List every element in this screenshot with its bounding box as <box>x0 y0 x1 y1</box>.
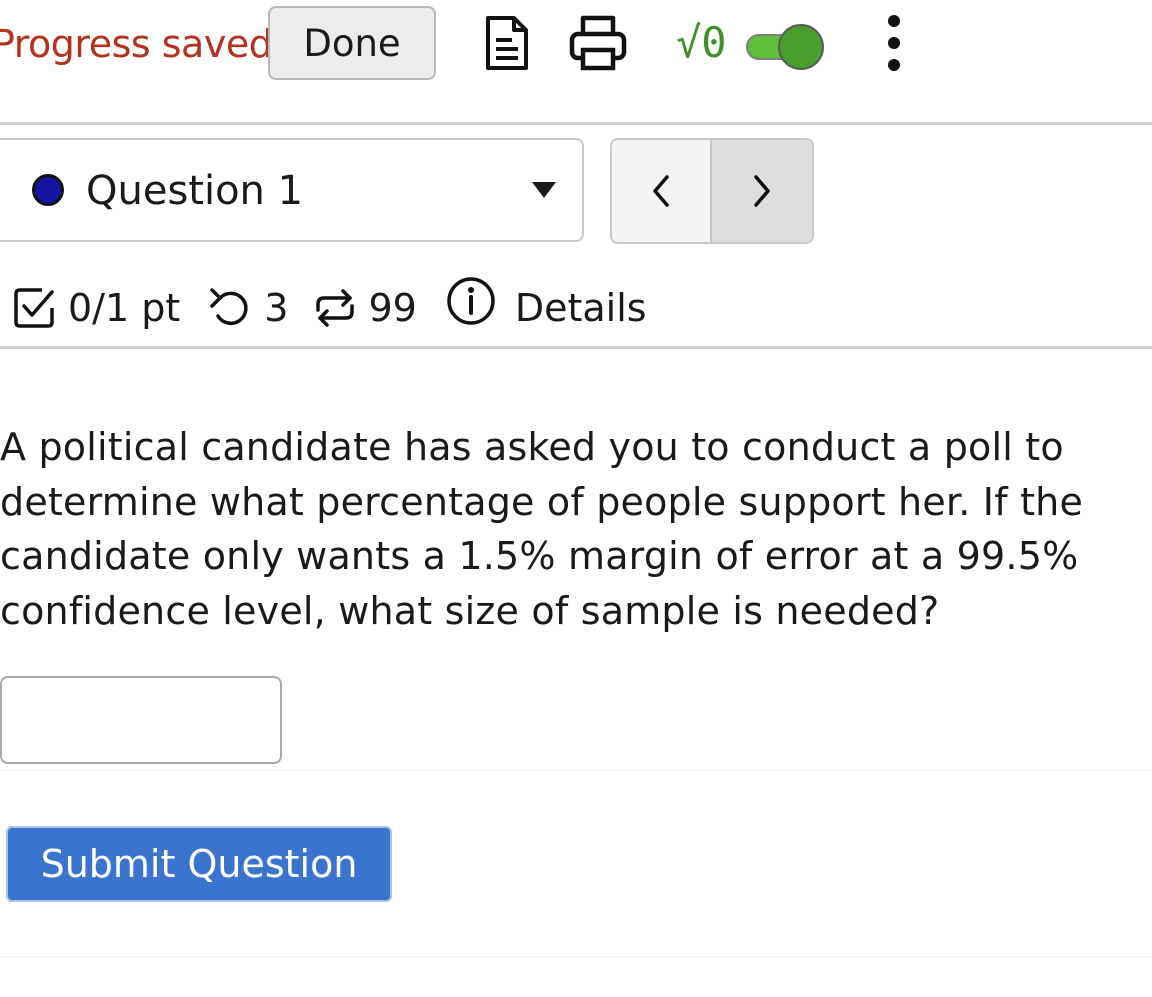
undo-icon <box>210 288 248 326</box>
caret-down-icon <box>532 182 556 198</box>
repeat-icon <box>316 289 355 327</box>
next-question-button[interactable] <box>712 140 812 242</box>
meta-divider <box>0 346 1152 349</box>
toggle-knob <box>778 24 824 70</box>
question-select[interactable]: Question 1 <box>0 138 584 242</box>
math-toggle-icon: √0 <box>676 18 727 67</box>
retries: 3 <box>208 286 288 330</box>
print-icon[interactable] <box>568 14 628 72</box>
attempts-value: 99 <box>368 286 417 330</box>
answer-input[interactable] <box>0 676 282 764</box>
chevron-right-icon <box>754 175 770 207</box>
answer-divider <box>0 770 1152 771</box>
toolbar: Progress saved Done √0 <box>0 0 1152 90</box>
score-value: 0/1 pt <box>68 286 181 330</box>
details-label: Details <box>514 286 647 330</box>
footer-divider <box>0 956 1152 957</box>
question-select-label: Question 1 <box>86 168 304 214</box>
question-text: A political candidate has asked you to c… <box>0 425 1084 633</box>
question-meta: 0/1 pt 3 99 Details <box>12 277 647 334</box>
checkbox-check-icon <box>14 288 54 328</box>
toolbar-divider <box>0 122 1152 125</box>
more-vertical-icon[interactable] <box>880 12 908 74</box>
score: 0/1 pt <box>12 286 180 330</box>
document-icon[interactable] <box>482 14 532 72</box>
retries-value: 3 <box>264 286 289 330</box>
math-toggle-switch[interactable] <box>744 24 826 72</box>
previous-question-button[interactable] <box>612 140 713 242</box>
attempts: 99 <box>312 286 417 330</box>
page: Progress saved Done √0 Question 1 0/1 pt… <box>0 0 1152 997</box>
submit-question-button[interactable]: Submit Question <box>6 826 392 902</box>
info-icon <box>447 277 495 325</box>
details-link[interactable]: Details <box>445 277 647 330</box>
question-status-dot <box>32 174 64 206</box>
progress-status: Progress saved <box>0 22 273 66</box>
question-nav <box>610 138 814 244</box>
done-button[interactable]: Done <box>268 6 436 80</box>
chevron-left-icon <box>653 175 669 207</box>
